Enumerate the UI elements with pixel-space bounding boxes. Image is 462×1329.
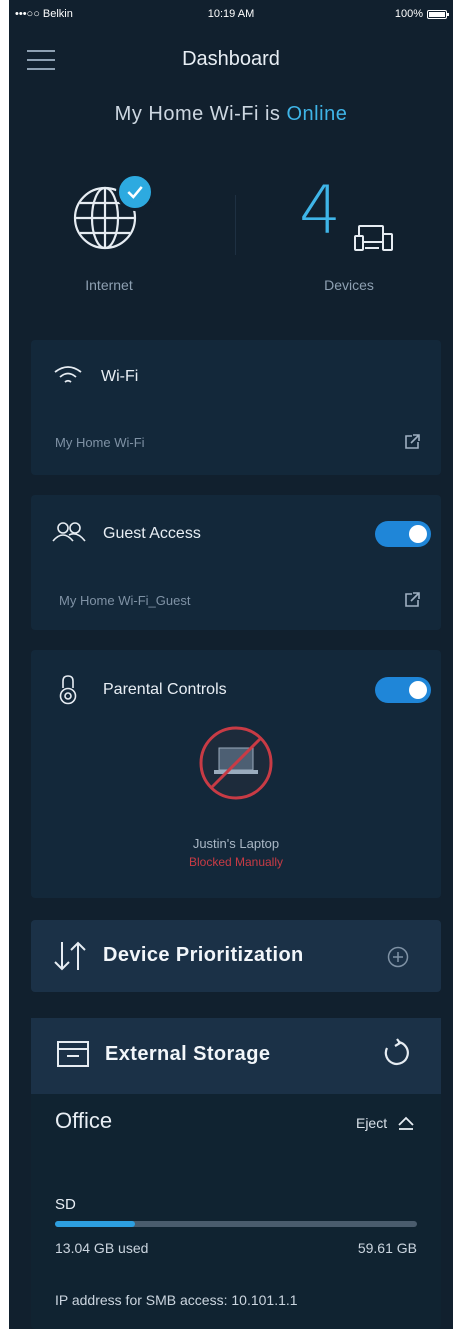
eject-icon bbox=[398, 1116, 414, 1130]
wifi-title: Wi-Fi bbox=[101, 368, 139, 385]
external-link-icon[interactable] bbox=[403, 433, 421, 451]
blocked-device-icon[interactable] bbox=[199, 726, 273, 800]
page-title: Dashboard bbox=[182, 48, 280, 70]
network-status-line: My Home Wi-Fi is Online bbox=[9, 103, 453, 126]
drive-name: Office bbox=[55, 1108, 113, 1133]
external-link-icon[interactable] bbox=[403, 591, 421, 609]
devices-label: Devices bbox=[324, 277, 374, 293]
status-bar: •••○○ Belkin 10:19 AM 100% bbox=[9, 6, 453, 26]
volume-label: SD bbox=[55, 1196, 76, 1213]
external-storage-card: External Storage Office Eject SD 13.04 G… bbox=[31, 1018, 441, 1329]
devices-icon bbox=[354, 225, 393, 251]
device-count[interactable]: 4 bbox=[299, 178, 341, 244]
add-circle-icon[interactable] bbox=[387, 946, 409, 968]
up-down-arrows-icon bbox=[54, 941, 86, 971]
wifi-icon bbox=[54, 366, 82, 383]
battery-icon bbox=[427, 10, 449, 19]
storage-used: 13.04 GB used bbox=[55, 1240, 149, 1256]
lock-icon bbox=[59, 675, 77, 705]
clock: 10:19 AM bbox=[207, 8, 255, 20]
blocked-device-status: Blocked Manually bbox=[188, 855, 284, 869]
parental-controls-title: Parental Controls bbox=[103, 681, 227, 698]
device-prioritization-card[interactable]: Device Prioritization bbox=[31, 920, 441, 992]
app-screen: •••○○ Belkin 10:19 AM 100% Dashboard My … bbox=[9, 0, 453, 1329]
guest-access-card[interactable]: Guest Access My Home Wi-Fi_Guest bbox=[31, 495, 441, 630]
check-badge-icon bbox=[116, 173, 154, 211]
eject-button[interactable]: Eject bbox=[356, 1115, 415, 1131]
wifi-card[interactable]: Wi-Fi My Home Wi-Fi bbox=[31, 340, 441, 475]
divider bbox=[235, 195, 236, 255]
battery-percent: 100% bbox=[394, 8, 423, 20]
storage-total: 59.61 GB bbox=[357, 1240, 417, 1256]
refresh-icon[interactable] bbox=[381, 1038, 409, 1068]
storage-usage-bar bbox=[55, 1221, 417, 1227]
parental-controls-toggle[interactable] bbox=[375, 677, 431, 703]
network-status-prefix: My Home Wi-Fi is bbox=[114, 103, 287, 125]
internet-label: Internet bbox=[85, 277, 133, 293]
external-storage-header[interactable]: External Storage bbox=[31, 1018, 441, 1094]
wifi-network-name: My Home Wi-Fi bbox=[55, 435, 145, 450]
parental-controls-card[interactable]: Parental Controls Justin's Laptop Blocke… bbox=[31, 650, 441, 898]
network-status-word: Online bbox=[286, 103, 348, 125]
eject-label: Eject bbox=[355, 1115, 388, 1131]
guest-access-title: Guest Access bbox=[103, 525, 201, 542]
storage-usage-fill bbox=[55, 1221, 135, 1227]
storage-drive-icon bbox=[57, 1041, 89, 1067]
smb-ip-address: IP address for SMB access: 10.101.1.1 bbox=[55, 1292, 298, 1308]
users-icon bbox=[52, 522, 86, 542]
device-prioritization-title: Device Prioritization bbox=[103, 944, 304, 966]
external-storage-title: External Storage bbox=[105, 1043, 271, 1065]
blocked-device-name: Justin's Laptop bbox=[192, 836, 280, 851]
guest-network-name: My Home Wi-Fi_Guest bbox=[59, 593, 191, 608]
guest-access-toggle[interactable] bbox=[375, 521, 431, 547]
